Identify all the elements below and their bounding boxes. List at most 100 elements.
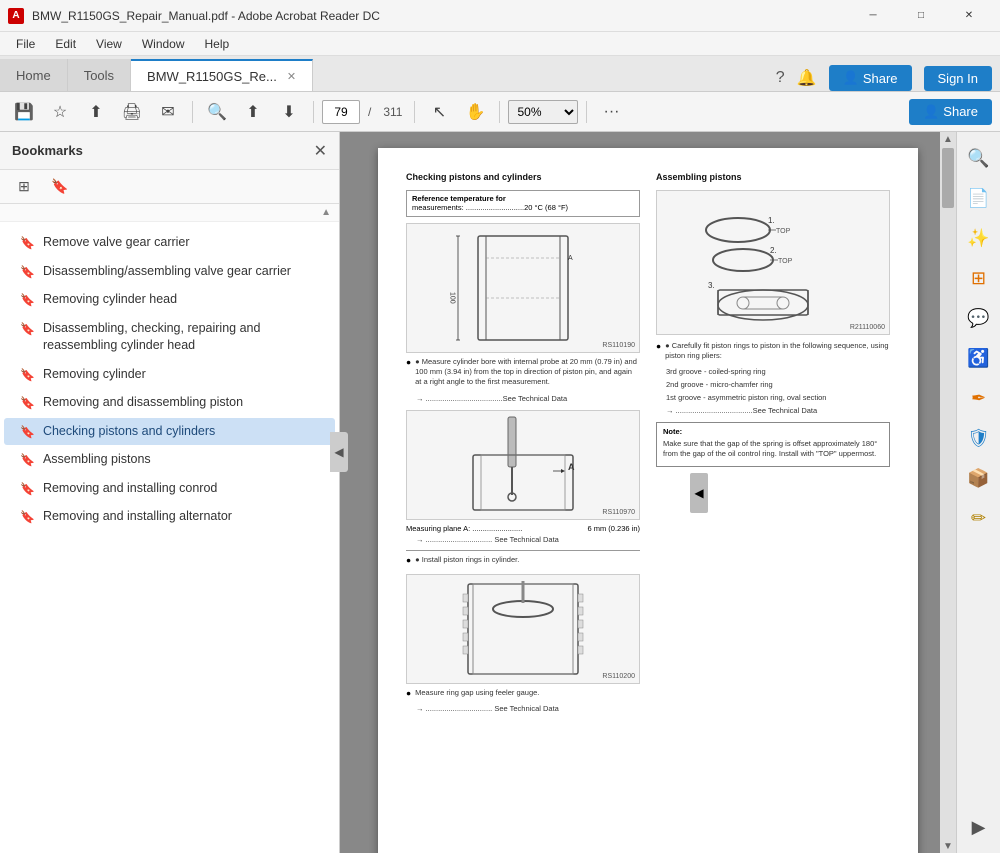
sidebar-close-button[interactable]: ✕ — [314, 141, 327, 161]
menu-window[interactable]: Window — [134, 35, 193, 53]
tab-tools[interactable]: Tools — [68, 59, 131, 91]
protect-tool[interactable]: 🛡 — [961, 420, 997, 456]
sidebar-collapse-arrow[interactable]: ◀ — [330, 432, 348, 472]
redact-tool[interactable]: ✒ — [961, 380, 997, 416]
scrollbar-up[interactable]: ▲ — [940, 132, 956, 146]
bookmark-item-b2[interactable]: 🔖 Disassembling/assembling valve gear ca… — [4, 258, 335, 286]
menu-edit[interactable]: Edit — [47, 35, 84, 53]
bookmark-icon-b7: 🔖 — [20, 425, 35, 439]
sidebar-expand-all[interactable]: 🔖 — [46, 175, 74, 199]
upload-button[interactable]: ⬆ — [80, 97, 112, 127]
accessibility-tool[interactable]: ♿ — [961, 340, 997, 376]
sidebar-title: Bookmarks — [12, 143, 306, 158]
print-button[interactable]: 🖨 — [116, 97, 148, 127]
cursor-tool[interactable]: ↖ — [423, 97, 455, 127]
ring-order-1: 3rd groove - coiled-spring ring — [666, 367, 890, 377]
tab-home[interactable]: Home — [0, 59, 68, 91]
assemble-instruction: ● ● Carefully fit piston rings to piston… — [656, 341, 890, 364]
zoom-select[interactable]: 50% 75% 100% 150% — [508, 100, 578, 124]
measure-gap-ref: → ................................ See T… — [416, 704, 640, 714]
pdf-area[interactable]: ▲ ▼ ◀ Checking pistons and cylinders Ref… — [340, 132, 956, 853]
svg-text:1.: 1. — [768, 216, 775, 225]
piston-rings-svg: 1. TOP 2. TOP — [698, 195, 848, 330]
compress-tool[interactable]: 📦 — [961, 460, 997, 496]
help-icon[interactable]: ? — [776, 69, 785, 87]
bookmark-item-b6[interactable]: 🔖 Removing and disassembling piston — [4, 389, 335, 417]
share-button[interactable]: 👤 Share — [829, 65, 912, 91]
more-tools-button[interactable]: ··· — [595, 97, 627, 127]
zoom-out-button[interactable]: 🔍 — [201, 97, 233, 127]
comment-tool[interactable]: 💬 — [961, 300, 997, 336]
expand-right-button[interactable]: ▶ — [961, 809, 997, 845]
bookmark-text-b5: Removing cylinder — [43, 366, 146, 384]
scrollbar-down[interactable]: ▼ — [940, 839, 956, 853]
edit-tool[interactable]: ✏ — [961, 500, 997, 536]
ring-order-ref: → .....................................S… — [666, 406, 890, 416]
sign-in-button[interactable]: Sign In — [924, 66, 992, 91]
minimize-button[interactable]: ─ — [850, 0, 896, 32]
tabbar: Home Tools BMW_R1150GS_Re... ✕ ? 🔔 👤 Sha… — [0, 56, 1000, 92]
svg-text:A: A — [568, 462, 575, 472]
prev-page-button[interactable]: ⬆ — [237, 97, 269, 127]
hand-tool[interactable]: ✋ — [459, 97, 491, 127]
bookmark-item-b8[interactable]: 🔖 Assembling pistons — [4, 446, 335, 474]
maximize-button[interactable]: □ — [898, 0, 944, 32]
window-controls: ─ □ ✕ — [850, 0, 992, 32]
bookmark-item-b9[interactable]: 🔖 Removing and installing conrod — [4, 475, 335, 503]
measure-svg: A — [453, 415, 593, 515]
menu-help[interactable]: Help — [197, 35, 238, 53]
bookmark-icon-b1: 🔖 — [20, 236, 35, 250]
separator-1 — [192, 101, 193, 123]
page-left-arrow[interactable]: ◀ — [690, 473, 708, 513]
ref-temp-box: Reference temperature for measurements: … — [406, 190, 640, 218]
bookmark-button[interactable]: ☆ — [44, 97, 76, 127]
right-section-title: Assembling pistons — [656, 172, 890, 184]
bookmark-item-b3[interactable]: 🔖 Removing cylinder head — [4, 286, 335, 314]
menu-file[interactable]: File — [8, 35, 43, 53]
bell-icon[interactable]: 🔔 — [797, 68, 817, 88]
separator-2 — [313, 101, 314, 123]
sidebar-header: Bookmarks ✕ — [0, 132, 339, 170]
organize-tool[interactable]: ⊞ — [961, 260, 997, 296]
bookmark-icon-b3: 🔖 — [20, 293, 35, 307]
ring-order-3: 1st groove - asymmetric piston ring, ova… — [666, 393, 890, 403]
bookmark-item-b1[interactable]: 🔖 Remove valve gear carrier — [4, 229, 335, 257]
svg-text:2.: 2. — [770, 246, 777, 255]
tab-close-icon[interactable]: ✕ — [287, 70, 296, 83]
scrollbar-thumb[interactable] — [942, 148, 954, 208]
note-box: Note: Make sure that the gap of the spri… — [656, 422, 890, 467]
email-button[interactable]: ✉ — [152, 97, 184, 127]
bookmark-item-b7[interactable]: 🔖 Checking pistons and cylinders — [4, 418, 335, 446]
share-toolbar-button[interactable]: 👤 Share — [909, 99, 992, 125]
share-label: Share — [863, 71, 898, 86]
main-layout: Bookmarks ✕ ⊞ 🔖 ▲ 🔖 Remove valve gear ca… — [0, 132, 1000, 853]
probe-ref: → .....................................S… — [406, 394, 640, 404]
bookmark-icon-b10: 🔖 — [20, 510, 35, 524]
svg-text:100: 100 — [449, 292, 456, 304]
pdf-export-tool[interactable]: 📄 — [961, 180, 997, 216]
ref-temp-label: Reference temperature for — [412, 194, 506, 203]
save-button[interactable]: 💾 — [8, 97, 40, 127]
img4-label: RS110200 — [602, 672, 635, 681]
bookmark-item-b5[interactable]: 🔖 Removing cylinder — [4, 361, 335, 389]
scroll-up-indicator[interactable]: ▲ — [321, 207, 331, 218]
sidebar-view-toggle[interactable]: ⊞ — [10, 175, 38, 199]
next-page-button[interactable]: ⬇ — [273, 97, 305, 127]
probe-text: ● Measure cylinder bore with internal pr… — [415, 357, 640, 387]
zoom-in-tool[interactable]: 🔍 — [961, 140, 997, 176]
measure-gap-text: Measure ring gap using feeler gauge. — [415, 688, 539, 698]
enhance-tool[interactable]: ✨ — [961, 220, 997, 256]
ring-order-2: 2nd groove - micro-chamfer ring — [666, 380, 890, 390]
page-number-input[interactable] — [322, 100, 360, 124]
bookmark-item-b4[interactable]: 🔖 Disassembling, checking, repairing and… — [4, 315, 335, 360]
pdf-columns: Checking pistons and cylinders Reference… — [406, 172, 890, 717]
right-column: Assembling pistons 1. TOP 2. TOP — [656, 172, 890, 717]
svg-text:TOP: TOP — [776, 228, 791, 235]
menu-view[interactable]: View — [88, 35, 130, 53]
tab-doc[interactable]: BMW_R1150GS_Re... ✕ — [131, 59, 313, 91]
left-column: Checking pistons and cylinders Reference… — [406, 172, 640, 717]
bookmark-item-b10[interactable]: 🔖 Removing and installing alternator — [4, 503, 335, 531]
pdf-scrollbar[interactable]: ▲ ▼ — [940, 132, 956, 853]
close-button[interactable]: ✕ — [946, 0, 992, 32]
tab-actions: ? 🔔 👤 Share Sign In — [313, 65, 1000, 91]
